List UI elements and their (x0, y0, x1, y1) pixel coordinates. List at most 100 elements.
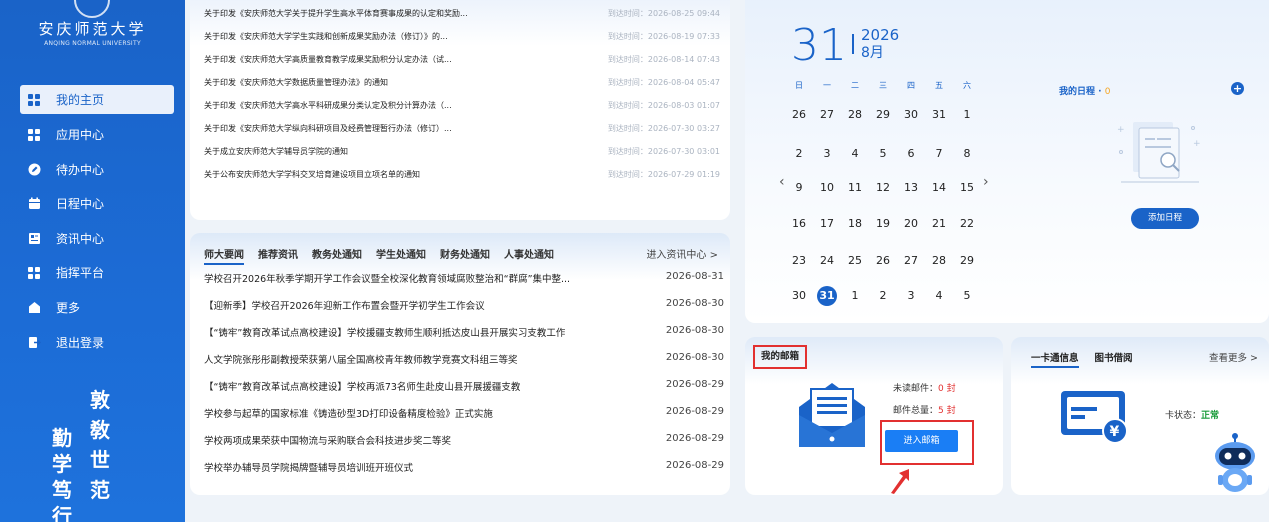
notice-row[interactable]: 关于印发《安庆师范大学纵向科研项目及经费管理暂行办法（修订）... 到达时间：20… (204, 123, 724, 141)
notice-row[interactable]: 关于印发《安庆师范大学学生实践和创新成果奖励办法（修订）》的... 到达时间：20… (204, 31, 724, 49)
calendar-day-cell[interactable]: 26 (871, 252, 895, 270)
notice-date: 到达时间：2026-08-14 07:43 (607, 55, 720, 64)
calendar-day-cell[interactable]: 8 (955, 145, 979, 163)
tab-university-news[interactable]: 师大要闻 (204, 246, 244, 265)
calendar-day-cell[interactable]: 24 (815, 252, 839, 270)
notice-row[interactable]: 关于印发《安庆师范大学数据质量管理办法》的通知 到达时间：2026-08-04 0… (204, 77, 724, 95)
calendar-day-cell[interactable]: 9 (787, 179, 811, 197)
calendar-day-cell[interactable]: 31 (927, 106, 951, 124)
assistant-robot-icon[interactable] (1208, 430, 1262, 500)
calendar-day-cell[interactable]: 25 (843, 252, 867, 270)
tab-personnel[interactable]: 人事处通知 (504, 246, 554, 265)
svg-text:¥: ¥ (1110, 424, 1120, 440)
sidebar-item-todo[interactable]: 待办中心 (20, 155, 174, 184)
news-row[interactable]: 学校召开2026年秋季学期开学工作会议暨全校深化教育领域腐败整治和“群腐”集中整… (204, 271, 724, 291)
sidebar-item-label: 更多 (56, 301, 81, 315)
news-row[interactable]: 【迎新季】学校召开2026年迎新工作布置会暨开学初学生工作会议 2026-08-3… (204, 298, 724, 318)
calendar-day-cell[interactable]: 7 (927, 145, 951, 163)
news-more-link[interactable]: 进入资讯中心 > (646, 246, 718, 261)
sidebar-item-news[interactable]: 资讯中心 (20, 224, 174, 253)
news-title: 人文学院张彤彤副教授荣获第八届全国高校青年教师教学竞赛文科组三等奖 (204, 355, 518, 366)
calendar-day-cell[interactable]: 26 (787, 106, 811, 124)
sidebar-item-apps[interactable]: 应用中心 (20, 120, 174, 149)
tab-student-affairs[interactable]: 学生处通知 (376, 246, 426, 265)
home-icon (26, 300, 42, 316)
calendar-day-cell[interactable]: 28 (843, 106, 867, 124)
calendar-day-cell[interactable]: 4 (927, 287, 951, 305)
calendar-day-cell[interactable]: 4 (843, 145, 867, 163)
grid-icon (26, 92, 42, 108)
news-date: 2026-08-31 (665, 271, 724, 282)
add-schedule-plus-icon[interactable]: + (1231, 82, 1244, 95)
news-row[interactable]: 【“铸牢”教育改革试点高校建设】学校援疆支教师生顺利抵达皮山县开展实习支教工作 2… (204, 325, 724, 345)
calendar-day-cell[interactable]: 1 (843, 287, 867, 305)
calendar-day-cell[interactable]: 2 (871, 287, 895, 305)
calendar-day-cell[interactable]: 23 (787, 252, 811, 270)
calendar-day-cell[interactable]: 27 (815, 106, 839, 124)
sidebar-item-label: 指挥平台 (56, 266, 105, 280)
calendar-icon (26, 196, 42, 212)
calendar-day-cell[interactable]: 13 (899, 179, 923, 197)
notice-row[interactable]: 关于印发《安庆师范大学高质量教育教学成果奖励积分认定办法（试... 到达时间：20… (204, 54, 724, 72)
notice-row[interactable]: 关于公布安庆师范大学学科交叉培育建设项目立项名单的通知 到达时间：2026-07-… (204, 169, 724, 187)
motto-char: 敦 (90, 388, 110, 412)
sidebar-item-more[interactable]: 更多 (20, 293, 174, 322)
tab-academic-affairs[interactable]: 教务处通知 (312, 246, 362, 265)
calendar-day-cell[interactable]: 14 (927, 179, 951, 197)
calendar-day-cell[interactable]: 29 (955, 252, 979, 270)
sidebar-item-logout[interactable]: 退出登录 (20, 328, 174, 357)
calendar-day-cell[interactable]: 5 (955, 287, 979, 305)
total-mail-count: 邮件总量：5 封 (893, 403, 956, 416)
calendar-day-cell[interactable]: 20 (899, 215, 923, 233)
calendar-day-cell[interactable]: 30 (899, 106, 923, 124)
sidebar-item-label: 我的主页 (56, 93, 105, 107)
tab-campus-card[interactable]: 一卡通信息 (1031, 350, 1079, 368)
notice-row[interactable]: 关于成立安庆师范大学辅导员学院的通知 到达时间：2026-07-30 03:01 (204, 146, 724, 164)
sidebar-item-command[interactable]: 指挥平台 (20, 258, 174, 287)
calendar-day-cell[interactable]: 3 (899, 287, 923, 305)
motto-char: 勤 (52, 426, 72, 450)
view-more-link[interactable]: 查看更多 > (1209, 350, 1258, 364)
calendar-day-cell[interactable]: 1 (955, 106, 979, 124)
calendar-day-cell[interactable]: 3 (815, 145, 839, 163)
logo-name-cn: 安庆师范大学 (38, 20, 147, 38)
calendar-day-cell[interactable]: 5 (871, 145, 895, 163)
motto-char: 笃 (52, 478, 72, 502)
calendar-day-cell[interactable]: 31 (817, 286, 837, 306)
enter-mailbox-button[interactable]: 进入邮箱 (885, 430, 958, 452)
notice-row[interactable]: 关于印发《安庆师范大学关于提升学生高水平体育赛事成果的认定和奖励... 到达时间：… (204, 8, 724, 26)
weekday-label: 四 (907, 81, 915, 90)
calendar-day-cell[interactable]: 27 (899, 252, 923, 270)
next-month-arrow[interactable]: › (983, 174, 989, 190)
calendar-day-cell[interactable]: 18 (843, 215, 867, 233)
news-row[interactable]: 人文学院张彤彤副教授荣获第八届全国高校青年教师教学竞赛文科组三等奖 2026-08… (204, 352, 724, 372)
calendar-day-cell[interactable]: 17 (815, 215, 839, 233)
tab-finance[interactable]: 财务处通知 (440, 246, 490, 265)
tab-library[interactable]: 图书借阅 (1095, 350, 1133, 368)
calendar-day-cell[interactable]: 6 (899, 145, 923, 163)
calendar-day-cell[interactable]: 22 (955, 215, 979, 233)
motto-char: 世 (90, 448, 110, 472)
calendar-day-cell[interactable]: 28 (927, 252, 951, 270)
calendar-day-cell[interactable]: 15 (955, 179, 979, 197)
news-row[interactable]: 学校两项成果荣获中国物流与采购联合会科技进步奖二等奖 2026-08-29 (204, 433, 724, 453)
calendar-day-cell[interactable]: 12 (871, 179, 895, 197)
calendar-day-cell[interactable]: 30 (787, 287, 811, 305)
calendar-day-cell[interactable]: 10 (815, 179, 839, 197)
prev-month-arrow[interactable]: ‹ (779, 174, 785, 190)
calendar-day-cell[interactable]: 21 (927, 215, 951, 233)
news-row[interactable]: 【“铸牢”教育改革试点高校建设】学校再派73名师生赴皮山县开展援疆支教 2026-… (204, 379, 724, 399)
notice-row[interactable]: 关于印发《安庆师范大学高水平科研成果分类认定及积分计算办法（... 到达时间：20… (204, 100, 724, 118)
sidebar-item-home[interactable]: 我的主页 (20, 85, 174, 114)
news-title: 学校举办辅导员学院揭牌暨辅导员培训班开班仪式 (204, 463, 414, 474)
sidebar-item-schedule[interactable]: 日程中心 (20, 189, 174, 218)
calendar-day-cell[interactable]: 11 (843, 179, 867, 197)
calendar-day-cell[interactable]: 2 (787, 145, 811, 163)
calendar-day-cell[interactable]: 29 (871, 106, 895, 124)
news-row[interactable]: 学校参与起草的国家标准《铸造砂型3D打印设备精度检验》正式实施 2026-08-2… (204, 406, 724, 426)
news-row[interactable]: 学校举办辅导员学院揭牌暨辅导员培训班开班仪式 2026-08-29 (204, 460, 724, 480)
calendar-day-cell[interactable]: 16 (787, 215, 811, 233)
tab-recommended[interactable]: 推荐资讯 (258, 246, 298, 265)
add-schedule-button[interactable]: 添加日程 (1131, 208, 1199, 229)
calendar-day-cell[interactable]: 19 (871, 215, 895, 233)
